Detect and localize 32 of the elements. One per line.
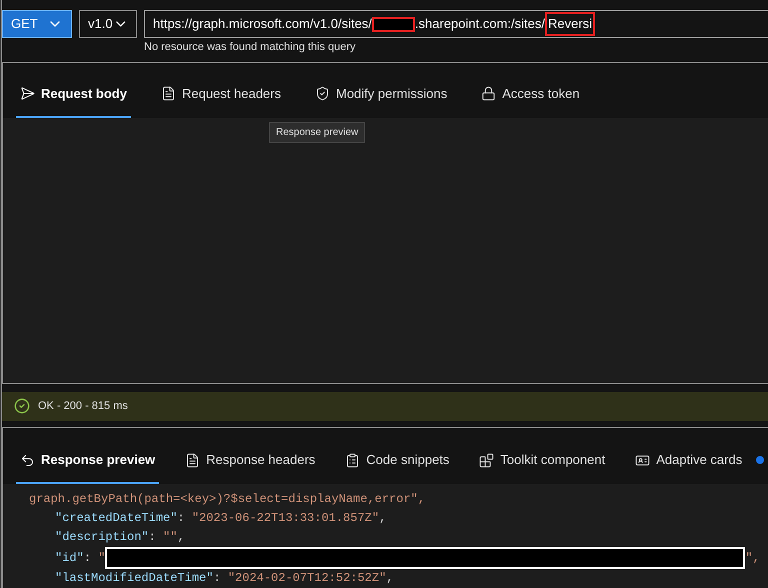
tab[interactable]: Request headers — [156, 72, 285, 118]
tab[interactable]: Access token — [477, 72, 584, 118]
tab[interactable]: Response preview — [16, 438, 160, 484]
lock-icon — [481, 86, 496, 101]
redaction-box — [372, 16, 415, 32]
code-line: "description": "", — [54, 529, 186, 546]
tab[interactable]: Toolkit component — [475, 438, 610, 484]
undo-icon — [20, 452, 35, 468]
code-line: "lastModifiedDateTime": "2024-02-07T12:52:52Z", — [54, 570, 394, 587]
url-field[interactable]: https://graph.microsoft.com/v1.0/sites/ .sharepoint.com:/sites/ Reversi — [144, 10, 768, 38]
method-dropdown[interactable]: GET — [2, 10, 72, 38]
tab[interactable]: Code snippets — [341, 438, 454, 484]
blocks-icon — [479, 452, 494, 468]
code-line: "id": " ", — [29, 547, 768, 569]
status-text: OK - 200 - 815 ms — [38, 399, 128, 414]
check-icon — [14, 398, 30, 414]
tab[interactable]: Response headers — [181, 438, 320, 484]
error-message: No resource was found matching this query — [144, 40, 357, 55]
version-dropdown[interactable]: v1.0 — [79, 10, 137, 38]
document-icon — [185, 452, 200, 468]
tab[interactable]: Request body — [16, 72, 131, 118]
code-line: graph.getByPath(path=<key>)?$select=displayName,error", — [29, 491, 426, 508]
code-line: "createdDateTime": "2023-06-22T13:33:01.857Z", — [54, 510, 388, 527]
tooltip: Response preview — [269, 122, 366, 142]
clipboard-icon — [345, 452, 360, 468]
highlight-box: Reversi — [544, 12, 596, 36]
document-icon — [160, 86, 176, 101]
tab[interactable]: Modify permissions — [310, 72, 452, 118]
card-icon — [635, 452, 650, 468]
tab[interactable]: Adaptive cards — [631, 438, 768, 484]
shield-icon — [314, 86, 330, 101]
send-icon — [20, 86, 35, 101]
